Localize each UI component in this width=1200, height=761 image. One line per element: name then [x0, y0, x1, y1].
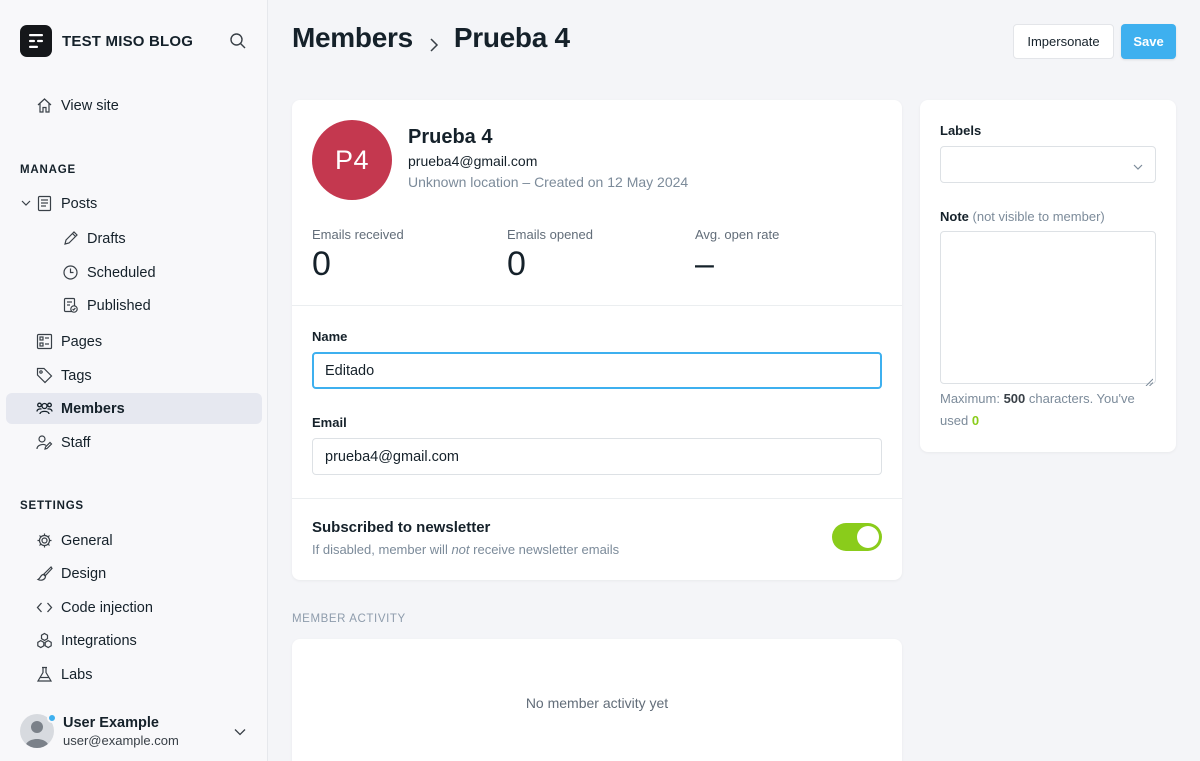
flask-icon [36, 666, 53, 683]
nav-pages[interactable]: Pages [6, 326, 262, 357]
activity-empty-message: No member activity yet [525, 695, 669, 711]
nav-published[interactable]: Published [6, 290, 262, 321]
status-dot [47, 713, 57, 723]
manage-heading: MANAGE [20, 164, 76, 176]
stat-emails-received: Emails received 0 [312, 227, 404, 283]
labels-select[interactable] [940, 146, 1156, 183]
nav-drafts[interactable]: Drafts [6, 223, 262, 254]
published-icon [62, 297, 79, 314]
nav-view-site[interactable]: View site [6, 90, 262, 121]
clock-icon [62, 264, 79, 281]
activity-card: No member activity yet [292, 639, 902, 761]
note-textarea[interactable] [940, 231, 1156, 387]
activity-heading: MEMBER ACTIVITY [292, 613, 406, 625]
sidebar: TEST MISO BLOG View site MANAGE Posts Dr… [0, 0, 268, 761]
name-label: Name [312, 329, 348, 344]
member-meta: Unknown location – Created on 12 May 202… [408, 174, 689, 190]
gear-icon [36, 532, 53, 549]
newsletter-toggle[interactable] [832, 523, 882, 551]
nav-members[interactable]: Members [6, 393, 262, 424]
user-menu[interactable]: User Example user@example.com [20, 711, 256, 751]
name-field[interactable] [312, 352, 882, 389]
email-label: Email [312, 415, 347, 430]
chevron-right-icon [425, 29, 443, 52]
pencil-icon [62, 230, 79, 247]
chevron-down-icon [1132, 160, 1144, 172]
breadcrumb: Members Prueba 4 [292, 22, 570, 54]
nav-labs[interactable]: Labs [6, 659, 262, 690]
resize-handle-icon[interactable] [1145, 373, 1154, 387]
settings-heading: SETTINGS [20, 500, 84, 512]
labels-note-card: Labels Note (not visible to member) Maxi… [920, 100, 1176, 452]
integrations-icon [36, 632, 53, 649]
posts-icon [36, 195, 53, 212]
nav-general[interactable]: General [6, 525, 262, 556]
members-icon [36, 400, 53, 417]
nav-posts[interactable]: Posts [6, 188, 262, 219]
nav-staff[interactable]: Staff [6, 427, 262, 458]
chevron-down-icon[interactable] [20, 197, 32, 209]
site-logo-icon [20, 25, 52, 57]
member-email: prueba4@gmail.com [408, 153, 538, 169]
search-icon[interactable] [228, 31, 248, 51]
brand[interactable]: TEST MISO BLOG [20, 25, 193, 57]
stat-emails-opened: Emails opened 0 [507, 227, 593, 283]
nav-tags[interactable]: Tags [6, 360, 262, 391]
staff-icon [36, 434, 53, 451]
divider [292, 498, 902, 499]
newsletter-title: Subscribed to newsletter [312, 519, 491, 536]
nav-design[interactable]: Design [6, 558, 262, 589]
nav-scheduled[interactable]: Scheduled [6, 257, 262, 288]
member-name: Prueba 4 [408, 126, 493, 148]
labels-label: Labels [940, 123, 982, 138]
code-icon [36, 599, 53, 616]
newsletter-description: If disabled, member will not receive new… [312, 542, 620, 557]
stat-open-rate: Avg. open rate – [695, 227, 780, 283]
member-avatar: P4 [312, 120, 392, 200]
note-char-count: Maximum: 500 characters. You've used 0 [940, 391, 1135, 428]
user-email: user@example.com [63, 732, 179, 748]
nav-code-injection[interactable]: Code injection [6, 592, 262, 623]
chevron-down-icon[interactable] [232, 724, 248, 740]
save-button[interactable]: Save [1121, 24, 1176, 59]
toggle-knob [857, 526, 879, 548]
impersonate-button[interactable]: Impersonate [1013, 24, 1114, 59]
page-title: Prueba 4 [453, 22, 570, 53]
site-title: TEST MISO BLOG [62, 32, 194, 50]
tag-icon [36, 367, 53, 384]
home-icon [36, 97, 53, 114]
divider [292, 305, 902, 306]
member-card: P4 Prueba 4 prueba4@gmail.com Unknown lo… [292, 100, 902, 580]
email-field[interactable] [312, 438, 882, 475]
brush-icon [36, 565, 53, 582]
user-name: User Example [63, 714, 159, 731]
pages-icon [36, 333, 53, 350]
nav-integrations[interactable]: Integrations [6, 625, 262, 656]
breadcrumb-members-link[interactable]: Members [292, 22, 413, 54]
note-label: Note (not visible to member) [940, 209, 1105, 224]
